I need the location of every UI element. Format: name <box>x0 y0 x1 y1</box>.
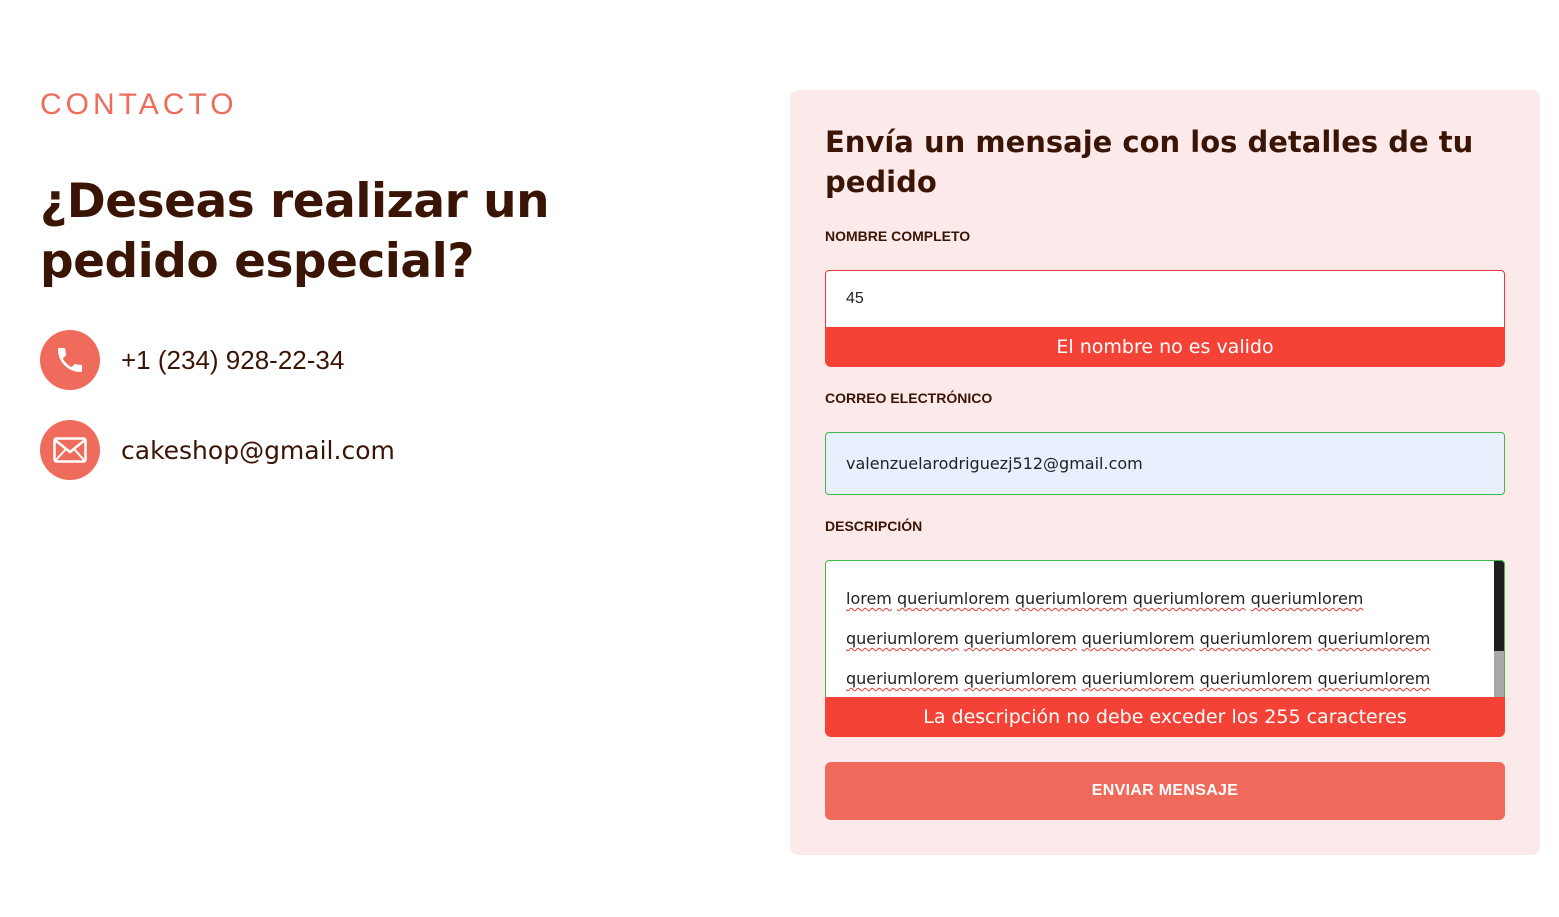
description-label: DESCRIPCIÓN <box>825 518 923 534</box>
description-word: queriumlorem <box>896 589 1010 608</box>
phone-row: +1 (234) 928-22-34 <box>40 330 344 390</box>
phone-number[interactable]: +1 (234) 928-22-34 <box>121 345 344 376</box>
name-label: NOMBRE COMPLETO <box>825 228 971 244</box>
description-word: queriumlorem <box>963 669 1077 688</box>
email-row: cakeshop@gmail.com <box>40 420 395 480</box>
description-scrollbar[interactable] <box>1494 561 1504 697</box>
description-line: lorem queriumlorem queriumlorem queriuml… <box>846 579 1430 619</box>
description-word: queriumlorem <box>1081 629 1195 648</box>
description-error-message: La descripción no debe exceder los 255 c… <box>825 697 1505 737</box>
description-textarea[interactable]: lorem queriumlorem queriumlorem queriuml… <box>825 560 1505 698</box>
description-word: queriumlorem <box>963 629 1077 648</box>
description-word: queriumlorem <box>1014 589 1128 608</box>
description-line: queriumlorem queriumlorem queriumlorem q… <box>846 619 1430 659</box>
page-title: ¿Deseas realizar un pedido especial? <box>40 174 550 289</box>
name-field[interactable]: 45 <box>825 270 1505 328</box>
description-line: queriumlorem queriumlorem queriumlorem q… <box>846 659 1431 697</box>
order-form: Envía un mensaje con los detalles de tu … <box>790 90 1540 855</box>
description-word: queriumlorem <box>846 629 959 648</box>
contact-info: CONTACTO ¿Deseas realizar un pedido espe… <box>40 88 680 480</box>
description-word: lorem <box>846 589 892 608</box>
description-text: lorem queriumlorem queriumlorem queriuml… <box>846 579 1431 697</box>
description-word: queriumlorem <box>846 669 959 688</box>
description-word: queriumlorem <box>1250 589 1364 608</box>
email-label: CORREO ELECTRÓNICO <box>825 390 993 406</box>
name-error-message: El nombre no es valido <box>825 327 1505 367</box>
description-word: queriumlorem <box>1317 669 1431 688</box>
description-word: queriumlorem <box>1199 669 1313 688</box>
scrollbar-thumb[interactable] <box>1494 561 1504 651</box>
description-word: queriumlorem <box>1317 629 1431 648</box>
form-title: Envía un mensaje con los detalles de tu … <box>825 125 1474 199</box>
submit-button[interactable]: ENVIAR MENSAJE <box>825 762 1505 820</box>
email-address[interactable]: cakeshop@gmail.com <box>121 436 395 465</box>
description-word: queriumlorem <box>1132 589 1246 608</box>
phone-icon <box>40 330 100 390</box>
description-word: queriumlorem <box>1081 669 1195 688</box>
email-field[interactable]: valenzuelarodriguezj512@gmail.com <box>825 432 1505 495</box>
mail-icon <box>40 420 100 480</box>
description-word: queriumlorem <box>1199 629 1313 648</box>
section-eyebrow: CONTACTO <box>40 88 238 121</box>
